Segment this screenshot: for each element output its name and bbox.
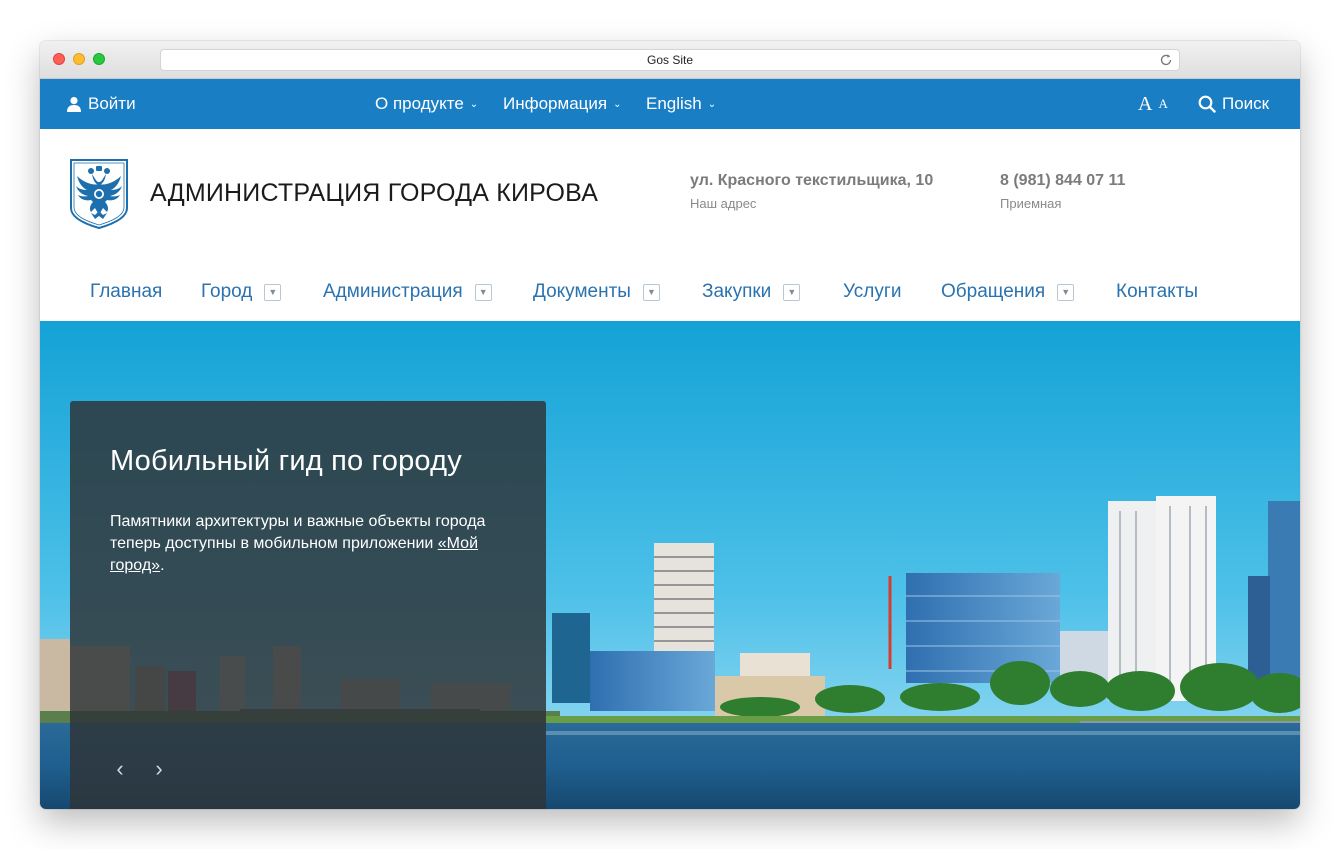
- address-block: ул. Красного текстильщика, 10 Наш адрес: [690, 172, 933, 211]
- hero-description-end: .: [160, 557, 165, 574]
- nav-item-administration[interactable]: Администрация ▼: [323, 277, 492, 307]
- phone-number[interactable]: 8 (981) 844 07 11: [1000, 172, 1125, 190]
- chevron-down-icon[interactable]: ▼: [783, 283, 801, 301]
- hero-caption-panel: Мобильный гид по городу Памятники архите…: [70, 401, 546, 809]
- browser-titlebar: Gos Site: [40, 41, 1300, 79]
- maximize-window-button[interactable]: [93, 53, 105, 65]
- font-size-small: A: [1158, 96, 1168, 111]
- nav-item-appeals[interactable]: Обращения ▼: [941, 277, 1075, 307]
- chevron-down-icon[interactable]: ▼: [642, 283, 660, 301]
- search-label: Поиск: [1222, 94, 1270, 113]
- nav-item-procurement[interactable]: Закупки ▼: [702, 277, 801, 307]
- browser-window: Gos Site Войти О продукте ⌄ Информация ⌄…: [40, 41, 1300, 809]
- chevron-down-icon[interactable]: ▼: [474, 283, 492, 301]
- top-bar: Войти О продукте ⌄ Информация ⌄ English …: [40, 79, 1300, 129]
- chevron-down-icon: ⌄: [613, 99, 622, 110]
- nav-item-label: Администрация: [323, 281, 463, 302]
- address-text: ул. Красного текстильщика, 10: [690, 172, 934, 189]
- phone-block: 8 (981) 844 07 11 Приемная: [1000, 172, 1125, 211]
- font-size-toggle[interactable]: AA: [1138, 79, 1168, 129]
- nav-item-documents[interactable]: Документы ▼: [533, 277, 660, 307]
- slider-next-button[interactable]: ›: [149, 757, 169, 781]
- nav-about-product[interactable]: О продукте ⌄: [375, 79, 478, 129]
- nav-item-services[interactable]: Услуги: [843, 277, 901, 307]
- nav-item-label: Контакты: [1116, 281, 1199, 302]
- hero-description-text: Памятники архитектуры и важные объекты г…: [110, 513, 486, 552]
- nav-item-contacts[interactable]: Контакты: [1116, 277, 1198, 307]
- chevron-left-icon: ‹: [116, 756, 124, 781]
- search-icon: [1198, 95, 1216, 113]
- emblem-icon[interactable]: [69, 158, 129, 230]
- slider-prev-button[interactable]: ‹: [110, 757, 130, 781]
- search-button[interactable]: Поиск: [1198, 79, 1269, 129]
- nav-item-label: Город: [201, 281, 253, 302]
- site-title[interactable]: АДМИНИСТРАЦИЯ ГОРОДА КИРОВА: [150, 179, 598, 208]
- hero-slider: Мобильный гид по городу Памятники архите…: [40, 321, 1300, 809]
- login-label: Войти: [88, 94, 136, 113]
- hero-title: Мобильный гид по городу: [110, 445, 462, 477]
- reload-icon[interactable]: [1159, 53, 1173, 67]
- nav-item-label: Закупки: [702, 281, 772, 302]
- main-navigation: Главная Город ▼ Администрация ▼ Документ…: [40, 232, 1300, 321]
- site-header: АДМИНИСТРАЦИЯ ГОРОДА КИРОВА ул. Красного…: [40, 129, 1300, 232]
- address-bar-title: Gos Site: [646, 53, 694, 67]
- chevron-down-icon: ⌄: [707, 99, 717, 110]
- nav-about-product-label: О продукте: [375, 94, 464, 113]
- nav-item-label: Документы: [533, 281, 631, 302]
- nav-item-label: Обращения: [941, 281, 1046, 302]
- chevron-down-icon[interactable]: ▼: [1057, 283, 1075, 301]
- nav-item-label: Услуги: [843, 281, 902, 302]
- nav-item-home[interactable]: Главная: [90, 277, 162, 307]
- language-label: English: [646, 94, 702, 113]
- close-window-button[interactable]: [53, 53, 65, 65]
- phone-label: Приемная: [1000, 196, 1062, 211]
- chevron-right-icon: ›: [155, 756, 163, 781]
- nav-item-label: Главная: [90, 281, 163, 302]
- login-link[interactable]: Войти: [66, 79, 136, 129]
- nav-information-label: Информация: [503, 94, 608, 113]
- user-icon: [67, 97, 81, 112]
- hero-description: Памятники архитектуры и важные объекты г…: [110, 511, 490, 577]
- language-selector[interactable]: English ⌄: [646, 79, 716, 129]
- address-bar[interactable]: Gos Site: [160, 49, 1180, 71]
- chevron-down-icon[interactable]: ▼: [264, 283, 282, 301]
- minimize-window-button[interactable]: [73, 53, 85, 65]
- nav-information[interactable]: Информация ⌄: [503, 79, 621, 129]
- chevron-down-icon: ⌄: [469, 99, 479, 110]
- address-label: Наш адрес: [690, 196, 757, 211]
- nav-item-city[interactable]: Город ▼: [201, 277, 282, 307]
- font-size-big: A: [1138, 93, 1153, 115]
